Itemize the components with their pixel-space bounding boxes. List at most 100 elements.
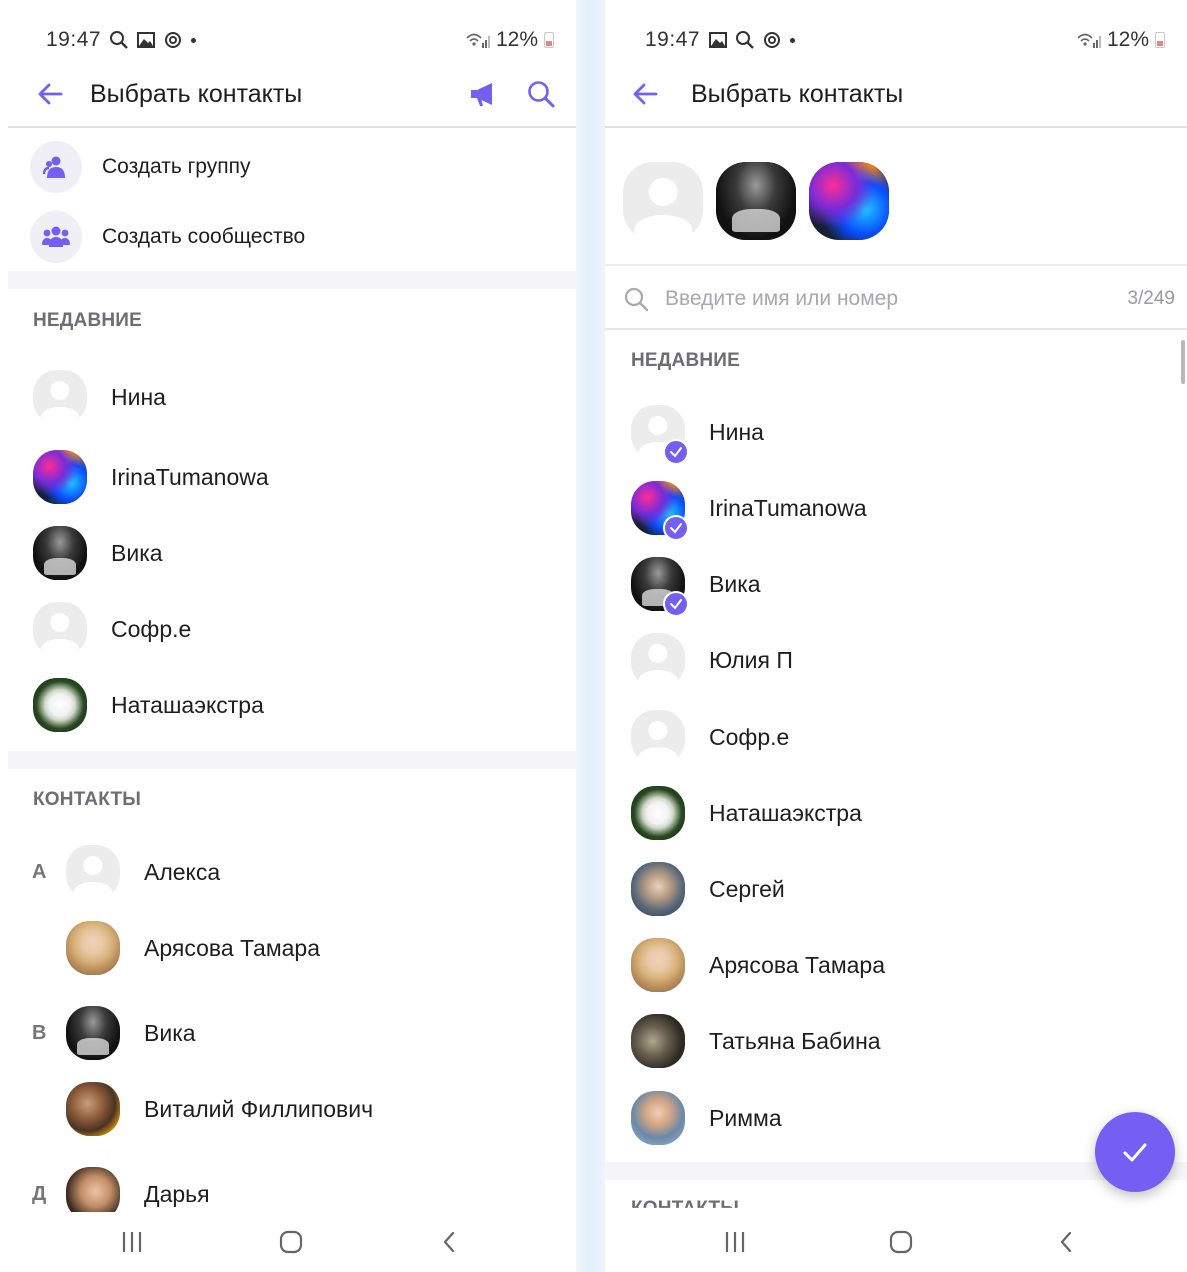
contact-name: Софр.е <box>111 615 192 642</box>
gallery-status-icon <box>137 32 156 48</box>
system-nav-bar <box>8 1212 576 1272</box>
index-letter: В <box>32 1021 47 1044</box>
selected-avatar[interactable] <box>809 162 889 240</box>
battery-percent: 12% <box>1106 28 1149 51</box>
contact-name: Арясова Тамара <box>709 951 886 978</box>
page-title: Выбрать контакты <box>90 79 303 108</box>
selected-avatar[interactable] <box>623 162 703 240</box>
contact-name: Сергей <box>709 875 785 902</box>
status-time: 19:47 <box>46 28 102 51</box>
index-letter: Д <box>32 1182 47 1205</box>
recents-button[interactable] <box>112 1222 152 1262</box>
avatar <box>33 450 87 504</box>
group-icon <box>43 156 65 178</box>
avatar <box>66 921 120 975</box>
create-community-row[interactable]: Создать сообщество <box>8 203 576 271</box>
contact-row[interactable]: Виталий Филлипович <box>8 1071 576 1147</box>
recents-icon <box>122 1232 142 1252</box>
sync-status-icon <box>764 32 781 48</box>
recents-icon <box>725 1232 745 1252</box>
gallery-status-icon <box>709 32 728 48</box>
contact-name: Дарья <box>144 1180 210 1207</box>
selected-count: 3/249 <box>1127 288 1175 309</box>
contact-name: Нина <box>709 418 764 445</box>
contact-row[interactable]: А Алекса <box>8 834 576 910</box>
left-screen: 19:47 12% Выбрать контакты Создать групп… <box>8 0 576 1272</box>
status-time: 19:47 <box>645 28 701 51</box>
search-input[interactable] <box>665 287 1128 311</box>
contact-name: Арясова Тамара <box>144 934 321 961</box>
contact-row[interactable]: Арясова Тамара <box>8 910 576 986</box>
contact-name: Вика <box>144 1019 196 1046</box>
battery-percent: 12% <box>495 28 538 51</box>
search-status-icon <box>110 31 128 49</box>
recent-row[interactable]: Сергей <box>605 851 1187 927</box>
app-bar: Выбрать контакты <box>8 62 576 128</box>
nav-back-button[interactable] <box>430 1222 470 1262</box>
contact-name: Наташаэкстра <box>709 799 862 826</box>
recent-row[interactable]: Нина <box>8 359 576 435</box>
nav-back-button[interactable] <box>1047 1222 1087 1262</box>
back-button[interactable] <box>625 74 665 114</box>
selected-check-icon <box>663 439 689 465</box>
selected-contacts-strip <box>605 130 1187 266</box>
search-icon <box>624 287 649 312</box>
community-icon <box>42 226 70 247</box>
avatar <box>33 370 87 424</box>
recent-row[interactable]: Вика <box>605 546 1187 622</box>
recent-row[interactable]: Софр.е <box>605 699 1187 775</box>
recent-row[interactable]: Юлия П <box>605 622 1187 698</box>
recent-row[interactable]: Арясова Тамара <box>605 927 1187 1003</box>
recent-row[interactable]: Нина <box>605 394 1187 470</box>
back-icon <box>1060 1231 1072 1253</box>
avatar <box>631 938 685 992</box>
create-community-label: Создать сообщество <box>102 225 306 248</box>
avatar <box>631 481 689 541</box>
page-title: Выбрать контакты <box>691 79 904 108</box>
contact-row[interactable]: В Вика <box>8 995 576 1071</box>
recent-row[interactable]: Вика <box>8 515 576 591</box>
recent-header: НЕДАВНИЕ <box>33 310 143 331</box>
contact-name: IrinaTumanowa <box>709 494 867 521</box>
contact-name: Нина <box>111 383 166 410</box>
home-icon <box>889 1230 913 1254</box>
wifi-signal-icon <box>466 33 490 48</box>
home-button[interactable] <box>881 1222 921 1262</box>
right-screen: 19:47 12% Выбрать контакты 3/249 НЕДАВНИ… <box>605 0 1187 1272</box>
avatar <box>631 557 689 617</box>
avatar <box>66 1006 120 1060</box>
contact-name: Алекса <box>144 858 221 885</box>
megaphone-icon[interactable] <box>468 79 498 109</box>
battery-icon <box>1155 32 1165 48</box>
avatar <box>66 1082 120 1136</box>
contact-name: Вика <box>111 539 163 566</box>
search-status-icon <box>736 31 754 49</box>
wifi-signal-icon <box>1077 33 1101 48</box>
search-icon[interactable] <box>526 79 556 109</box>
recent-row[interactable]: Татьяна Бабина <box>605 1003 1187 1079</box>
create-group-row[interactable]: Создать группу <box>8 133 576 201</box>
home-button[interactable] <box>271 1222 311 1262</box>
scrollbar[interactable] <box>1181 340 1185 384</box>
recent-row[interactable]: IrinaTumanowa <box>605 470 1187 546</box>
contact-name: Вика <box>709 570 761 597</box>
back-button[interactable] <box>30 74 70 114</box>
confirm-button[interactable] <box>1095 1112 1175 1192</box>
system-nav-bar <box>605 1212 1187 1272</box>
avatar <box>631 862 685 916</box>
recent-row[interactable]: IrinaTumanowa <box>8 439 576 515</box>
avatar <box>631 786 685 840</box>
status-dot <box>191 37 197 43</box>
back-icon <box>443 1231 455 1253</box>
recent-row[interactable]: Наташаэкстра <box>8 667 576 743</box>
selected-avatar[interactable] <box>716 162 796 240</box>
status-bar: 19:47 12% <box>645 24 1165 56</box>
contact-name: IrinaTumanowa <box>111 463 269 490</box>
avatar <box>33 602 87 656</box>
status-dot <box>790 37 796 43</box>
recents-button[interactable] <box>715 1222 755 1262</box>
recent-row[interactable]: Софр.е <box>8 591 576 667</box>
recent-row[interactable]: Наташаэкстра <box>605 775 1187 851</box>
selected-check-icon <box>663 515 689 541</box>
avatar <box>66 845 120 899</box>
